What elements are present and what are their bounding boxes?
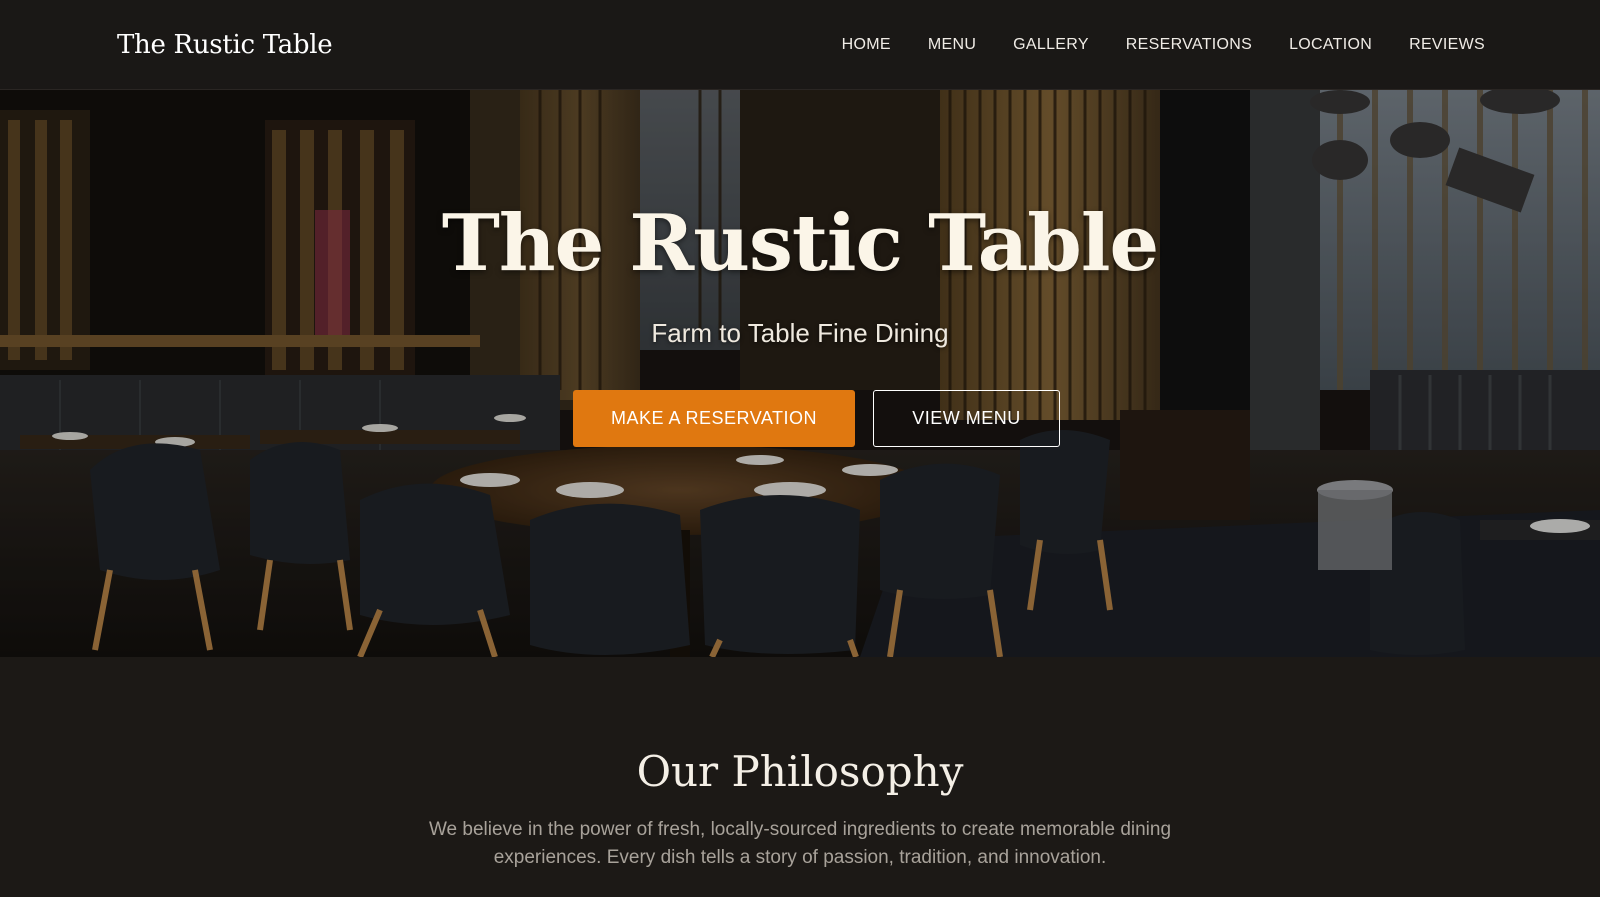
nav-location[interactable]: LOCATION xyxy=(1289,36,1372,54)
view-menu-button[interactable]: VIEW MENU xyxy=(873,390,1060,447)
nav-menu[interactable]: MENU xyxy=(928,36,976,54)
hero-subtitle: Farm to Table Fine Dining xyxy=(651,318,949,348)
make-reservation-button[interactable]: MAKE A RESERVATION xyxy=(573,390,855,447)
philosophy-section: Our Philosophy We believe in the power o… xyxy=(0,657,1600,897)
nav-reservations[interactable]: RESERVATIONS xyxy=(1126,36,1252,54)
hero-content: The Rustic Table Farm to Table Fine Dini… xyxy=(0,90,1600,657)
philosophy-text: We believe in the power of fresh, locall… xyxy=(428,819,1172,868)
hero-section: The Rustic Table Farm to Table Fine Dini… xyxy=(0,90,1600,657)
main-nav: HOME MENU GALLERY RESERVATIONS LOCATION … xyxy=(842,36,1485,54)
brand-logo[interactable]: The Rustic Table xyxy=(117,30,333,60)
nav-home[interactable]: HOME xyxy=(842,36,891,54)
hero-title: The Rustic Table xyxy=(441,198,1159,289)
nav-reviews[interactable]: REVIEWS xyxy=(1409,36,1485,54)
site-header: The Rustic Table HOME MENU GALLERY RESER… xyxy=(0,0,1600,90)
philosophy-heading: Our Philosophy xyxy=(636,747,964,796)
nav-gallery[interactable]: GALLERY xyxy=(1013,36,1089,54)
